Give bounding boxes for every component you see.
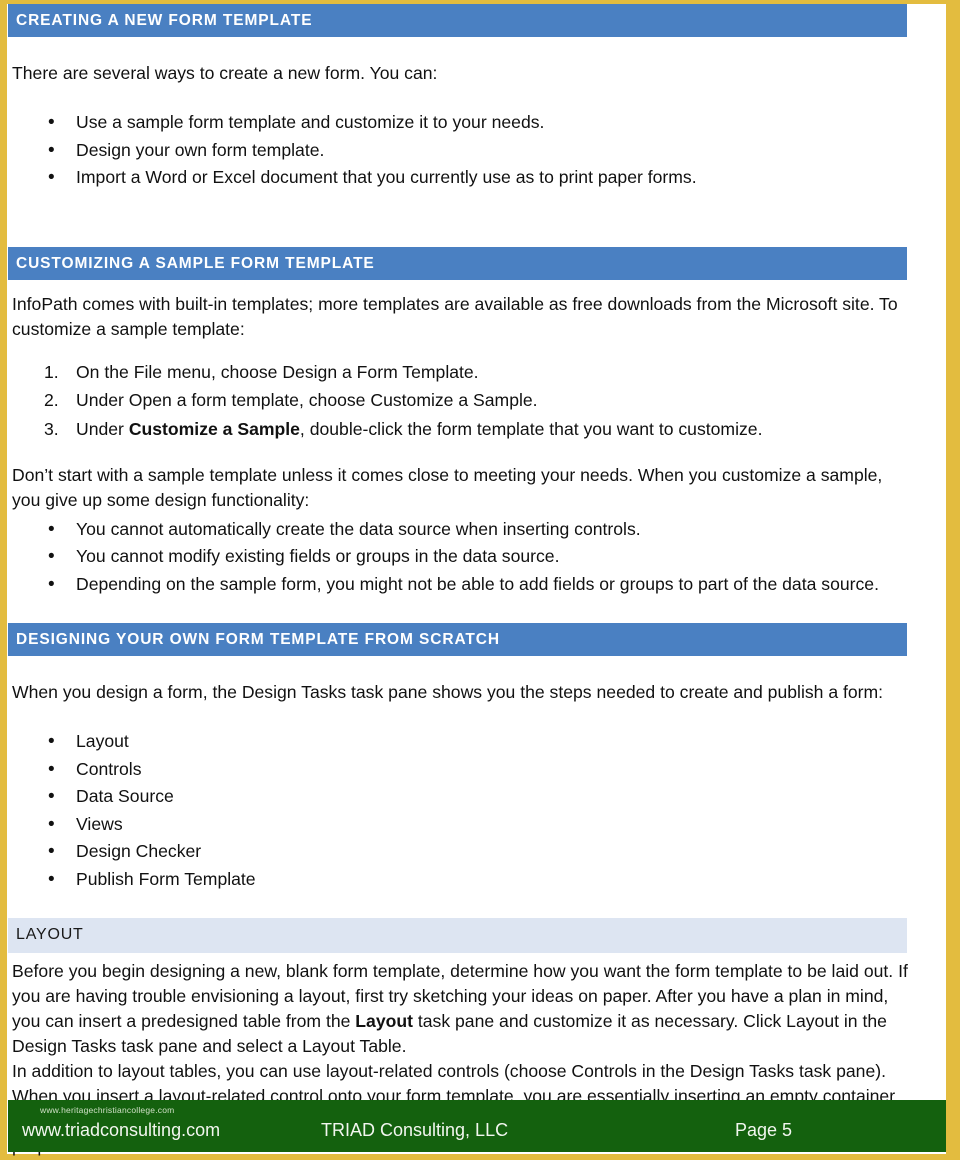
layout-para1-bold: Layout (355, 1010, 413, 1031)
list-item: Design your own form template. (48, 137, 946, 164)
customizing-intro-paragraph: InfoPath comes with built-in templates; … (12, 293, 898, 339)
section-heading-designing: DESIGNING YOUR OWN FORM TEMPLATE FROM SC… (8, 623, 907, 657)
list-item: Publish Form Template (48, 866, 946, 893)
creating-intro-paragraph: There are several ways to create a new f… (12, 63, 438, 84)
list-item: Views (48, 811, 946, 838)
list-item: Design Checker (48, 838, 946, 865)
designing-tasks-list: Layout Controls Data Source Views Design… (8, 728, 946, 893)
step-text: On the File menu, choose Design a Form T… (76, 361, 479, 382)
list-item: Layout (48, 728, 946, 755)
list-item: Depending on the sample form, you might … (48, 571, 946, 598)
customizing-steps-list: On the File menu, choose Design a Form T… (8, 360, 946, 443)
footer-watermark: www.heritagechristiancollege.com (40, 1105, 175, 1115)
step-text: Under Open a form template, choose Custo… (76, 390, 538, 410)
page-border-right (946, 0, 960, 1160)
list-item: You cannot modify existing fields or gro… (48, 543, 946, 570)
footer-page-number: Page 5 (735, 1120, 793, 1140)
section-heading-layout: LAYOUT (8, 918, 907, 954)
customizing-warning-paragraph: Don’t start with a sample template unles… (12, 465, 883, 510)
customizing-limitations-list: You cannot automatically create the data… (8, 516, 946, 598)
page-border-left (0, 0, 7, 1160)
creating-bullet-list: Use a sample form template and customize… (8, 109, 946, 191)
list-item: Controls (48, 756, 946, 783)
designing-intro-paragraph: When you design a form, the Design Tasks… (12, 682, 884, 703)
document-page: CREATING A NEW FORM TEMPLATE There are s… (0, 0, 960, 1160)
list-item: Data Source (48, 783, 946, 810)
layout-paragraph-one: Before you begin designing a new, blank … (8, 959, 946, 1059)
step-text-pre: Under (76, 418, 129, 439)
page-footer: www.heritagechristiancollege.com www.tri… (8, 1100, 946, 1152)
step-text-bold: Customize a Sample (128, 418, 300, 439)
section-heading-customizing: CUSTOMIZING A SAMPLE FORM TEMPLATE (8, 246, 907, 280)
list-item: Under Open a form template, choose Custo… (44, 388, 946, 414)
list-item: Under Customize a Sample, double-click t… (44, 417, 946, 443)
list-item: On the File menu, choose Design a Form T… (44, 360, 946, 386)
footer-company: TRIAD Consulting, LLC (321, 1120, 509, 1140)
list-item: You cannot automatically create the data… (48, 516, 946, 543)
section-heading-creating: CREATING A NEW FORM TEMPLATE (8, 4, 907, 38)
step-text-post: , double-click the form template that yo… (299, 418, 763, 439)
document-content: CREATING A NEW FORM TEMPLATE There are s… (8, 4, 946, 1156)
list-item: Import a Word or Excel document that you… (48, 164, 946, 191)
list-item: Use a sample form template and customize… (48, 109, 946, 136)
footer-row: www.triadconsulting.com TRIAD Consulting… (8, 1120, 946, 1150)
footer-website: www.triadconsulting.com (22, 1120, 221, 1140)
